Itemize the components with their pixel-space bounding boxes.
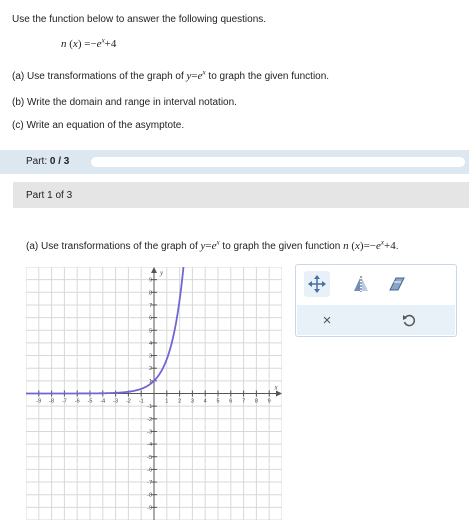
question-c: (c) Write an equation of the asymptote. — [12, 120, 185, 131]
y-tick-label: -8 — [147, 493, 152, 499]
x-tick-label: 3 — [191, 399, 194, 405]
y-tick-label: 8 — [149, 290, 152, 296]
intro-text: Use the function below to answer the fol… — [12, 14, 267, 25]
x-tick-label: -6 — [75, 399, 80, 405]
x-tick-label: 2 — [178, 399, 181, 405]
eraser-tool-button[interactable] — [384, 271, 410, 297]
y-tick-label: -9 — [147, 505, 152, 511]
y-tick-label: -1 — [147, 404, 152, 410]
y-tick-label: -5 — [147, 455, 152, 461]
y-tick-label: 5 — [149, 328, 152, 334]
graph-tool-palette: × — [295, 264, 457, 337]
x-tick-label: -4 — [100, 399, 105, 405]
coordinate-graph[interactable]: -9 -8 -7 -6 -5 -4 -3 -2 -1 1 2 3 4 5 6 7 8 9987654321-1-2… — [26, 267, 282, 520]
x-tick-label: 9 — [268, 399, 271, 405]
x-tick-label: -7 — [62, 399, 67, 405]
y-tick-label: 3 — [149, 354, 152, 360]
y-tick-label: -7 — [147, 480, 152, 486]
x-tick-label: -9 — [36, 399, 41, 405]
x-tick-label: 1 — [165, 399, 168, 405]
question-b: (b) Write the domain and range in interv… — [12, 97, 237, 108]
clear-button[interactable]: × — [314, 307, 340, 333]
x-tick-label: 6 — [229, 399, 232, 405]
given-function: n (x) =−ex+4 — [61, 36, 117, 50]
y-tick-label: -2 — [147, 417, 152, 423]
x-tick-label: 7 — [242, 399, 245, 405]
x-tick-label: -2 — [126, 399, 131, 405]
reflect-tool-button[interactable] — [348, 271, 374, 297]
move-tool-button[interactable] — [304, 271, 330, 297]
question-a: (a) Use transformations of the graph of … — [12, 68, 330, 82]
y-tick-label: 2 — [149, 366, 152, 372]
eraser-tool-icon — [389, 277, 405, 291]
x-tick-label: 8 — [255, 399, 258, 405]
part-header — [13, 182, 469, 208]
x-tick-label: -3 — [113, 399, 118, 405]
progress-track — [91, 157, 465, 167]
y-tick-label: 7 — [149, 303, 152, 309]
y-tick-label: 6 — [149, 316, 152, 322]
y-tick-label: 4 — [149, 341, 152, 347]
reflect-tool-icon — [354, 276, 368, 292]
part-label: Part 1 of 3 — [26, 190, 73, 201]
x-tick-label: 5 — [216, 399, 219, 405]
progress-label: Part: 0 / 3 — [26, 156, 70, 167]
move-tool-icon — [308, 275, 326, 293]
y-tick-label: -6 — [147, 467, 152, 473]
x-tick-label: -5 — [88, 399, 93, 405]
y-tick-label: -4 — [147, 442, 152, 448]
x-tick-label: -1 — [139, 399, 144, 405]
y-tick-label: 9 — [149, 278, 152, 284]
undo-icon — [403, 314, 416, 327]
undo-button[interactable] — [396, 307, 422, 333]
x-tick-label: -8 — [49, 399, 54, 405]
x-tick-label: 4 — [204, 399, 207, 405]
y-tick-label: -3 — [147, 429, 152, 435]
part-question: (a) Use transformations of the graph of … — [26, 238, 399, 252]
close-icon: × — [322, 311, 332, 329]
